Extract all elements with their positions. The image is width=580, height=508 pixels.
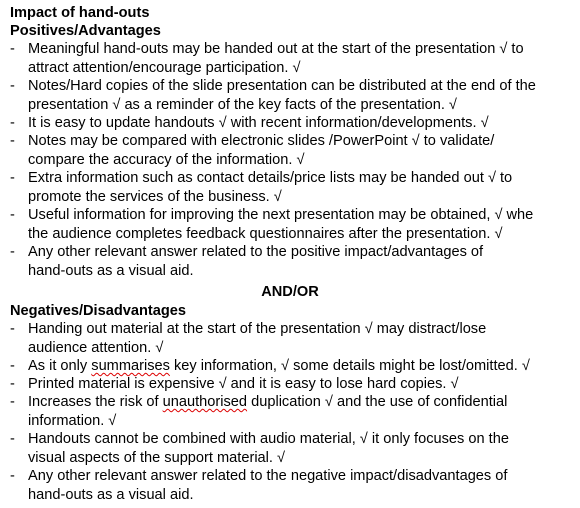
bullet-dash: - [10,376,15,392]
list-item-line: Extra information such as contact detail… [28,170,513,186]
list-item-line: Increases the risk of unauthorised dupli… [28,393,580,412]
list-item-line: Any other relevant answer related to the… [28,468,508,484]
list-item-line: visual aspects of the support material. … [28,449,286,466]
and-or-separator: AND/OR [261,284,319,300]
positives-heading: Positives/Advantages [10,23,161,39]
bullet-dash: - [10,170,15,186]
list-item-line: Meaningful hand-outs may be handed out a… [28,41,524,57]
list-item-line: presentation √ as a reminder of the key … [28,96,457,113]
text-run: Increases the risk of [28,394,163,410]
list-item-line: Any other relevant answer related to the… [28,244,484,260]
list-item-line: Handouts cannot be combined with audio m… [28,431,509,447]
bullet-dash: - [10,358,15,374]
text-run: key information, √ some details might be… [169,358,530,374]
text-run: As it only [28,358,92,374]
list-item-line: audience attention. √ [28,339,164,356]
list-item-line: Printed material is expensive √ and it i… [28,376,459,392]
list-item-line: Useful information for improving the nex… [28,207,534,223]
bullet-dash: - [10,394,15,410]
bullet-dash: - [10,321,15,337]
list-item-line: Handing out material at the start of the… [28,321,487,337]
bullet-dash: - [10,207,15,223]
section-title: Impact of hand-outs [10,5,150,21]
list-item-line: It is easy to update handouts √ with rec… [28,115,489,131]
spellcheck-flagged-word: unauthorised [162,394,248,410]
bullet-dash: - [10,244,15,260]
list-item-line: Notes/Hard copies of the slide presentat… [28,78,536,94]
marking-guideline-page: Impact of hand-outs Positives/Advantages… [0,0,580,508]
list-item-line: compare the accuracy of the information.… [28,151,305,168]
bullet-dash: - [10,115,15,131]
list-item-line: Notes may be compared with electronic sl… [28,133,495,149]
list-item-line: hand-outs as a visual aid. [28,486,194,503]
list-item-line: As it only summarises key information, √… [28,357,580,376]
list-item-line: information. √ [28,412,117,429]
bullet-dash: - [10,133,15,149]
text-run: duplication √ and the use of confidentia… [247,394,508,410]
list-item-line: promote the services of the business. √ [28,188,282,205]
spellcheck-flagged-word: summarises [91,358,170,374]
negatives-heading: Negatives/Disadvantages [10,303,187,319]
bullet-dash: - [10,468,15,484]
list-item-line: hand-outs as a visual aid. [28,262,194,279]
bullet-dash: - [10,41,15,57]
bullet-dash: - [10,78,15,94]
bullet-dash: - [10,431,15,447]
list-item-line: attract attention/encourage participatio… [28,59,301,76]
list-item-line: the audience completes feedback question… [28,225,503,242]
